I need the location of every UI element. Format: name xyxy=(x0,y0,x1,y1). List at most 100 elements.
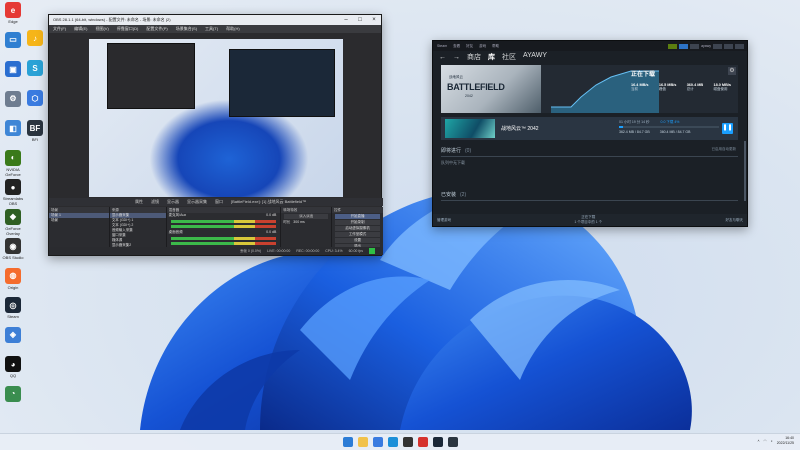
minimize-icon[interactable] xyxy=(713,43,722,49)
transition-select[interactable]: 淡入淡出 xyxy=(284,214,329,219)
download-stat-label: 当前 xyxy=(631,87,638,91)
friends-chat-button[interactable]: 好友与聊天 xyxy=(726,218,744,223)
bfi-taskbar-icon[interactable] xyxy=(447,437,458,447)
desktop-icon-label: Edge xyxy=(8,19,18,24)
desktop-icon[interactable]: BF BFI xyxy=(22,120,48,147)
current-download[interactable]: 战地风云™ 2042 01 小时 19 分 14 秒 0.0 下载 4% 362… xyxy=(441,117,738,140)
desktop-icon[interactable]: ⬡ xyxy=(22,90,48,117)
menu-item[interactable]: 文件(F) xyxy=(53,26,66,32)
explorer-icon[interactable] xyxy=(357,437,368,447)
obs-preview[interactable] xyxy=(89,39,343,197)
source-toolbar-item[interactable]: 属性 xyxy=(135,199,143,205)
maximize-icon[interactable] xyxy=(724,43,733,49)
clock[interactable]: 16:40 2022/11/25 xyxy=(777,436,794,446)
menu-item[interactable]: 编辑(E) xyxy=(74,26,87,32)
steam-nav-tab[interactable]: 商店 xyxy=(467,52,481,62)
menu-item[interactable]: 工具(T) xyxy=(205,26,218,32)
store-icon[interactable] xyxy=(372,437,383,447)
wifi-icon[interactable]: ◠ xyxy=(764,439,767,443)
menu-item[interactable]: 场景集合(S) xyxy=(176,26,197,32)
volume-icon[interactable]: ◖ xyxy=(771,439,773,443)
edge-icon[interactable] xyxy=(387,437,398,447)
desktop-icon-label: NVIDIA GeForce Experience xyxy=(5,166,21,177)
download-stat: 360.4 MB 总计 xyxy=(687,83,703,92)
live-indicator-icon xyxy=(369,248,375,254)
volume-meter xyxy=(170,220,277,223)
obs-taskbar-icon[interactable] xyxy=(402,437,413,447)
system-tray: ˄ ◠ ◖ 16:40 2022/11/25 xyxy=(758,436,795,446)
desktop-icon[interactable]: ◍ Origin xyxy=(0,267,26,295)
source-toolbar-item[interactable]: 滤镜 xyxy=(151,199,159,205)
desktop-icon[interactable]: ◔ xyxy=(0,385,26,413)
maximize-icon[interactable]: □ xyxy=(353,17,367,23)
control-button[interactable]: 设置 xyxy=(335,238,380,243)
steam-nav-tab[interactable]: AYAWY xyxy=(523,52,547,62)
menu-item[interactable]: 帮助(H) xyxy=(226,26,240,32)
status-item: 丢帧 0 (0.0%) xyxy=(239,248,262,253)
control-button[interactable]: 开始直播 xyxy=(335,214,380,219)
desktop-icon[interactable]: ● Streamlabs OBS xyxy=(0,179,26,206)
game-thumbnail xyxy=(445,119,495,138)
forward-arrow-icon[interactable]: → xyxy=(453,54,460,61)
steam-window[interactable]: Steam 查看 好友 游戏 帮助 ayawy ← → 商店库社区 AYAWY 战地风云 … xyxy=(432,40,748,227)
chevron-up-icon[interactable]: ˄ xyxy=(758,439,760,443)
steam-nav-tab[interactable]: 社区 xyxy=(502,52,516,62)
gear-icon[interactable]: ⚙ xyxy=(728,67,736,75)
duration-input[interactable]: 300 ms xyxy=(293,220,304,225)
netease-icon[interactable] xyxy=(417,437,428,447)
obs-icon: ◉ xyxy=(5,238,21,254)
steam-menu-item[interactable]: Steam xyxy=(437,44,447,49)
steam-menu-item[interactable]: 查看 xyxy=(453,44,460,49)
geforce-icon: ◆ xyxy=(5,208,21,225)
volume-slider[interactable] xyxy=(170,225,277,228)
control-button[interactable]: 开始录制 xyxy=(335,220,380,225)
close-icon[interactable]: × xyxy=(367,17,381,23)
desktop-icon[interactable]: ◆ GeForce Overlay xyxy=(0,208,26,236)
menu-item[interactable]: 停靠窗口(D) xyxy=(117,26,139,32)
desktop-icon[interactable]: S xyxy=(22,60,48,87)
obs-titlebar[interactable]: OBS 28.1.1 (64-bit, windows) - 配置文件: 未命名… xyxy=(49,15,381,25)
minimize-icon[interactable]: – xyxy=(339,17,353,23)
pause-icon[interactable]: ❚❚ xyxy=(722,123,733,134)
broadcast-button[interactable] xyxy=(668,43,678,49)
start-icon[interactable] xyxy=(342,437,353,447)
close-icon[interactable] xyxy=(735,43,744,49)
volume-slider[interactable] xyxy=(170,242,277,245)
control-button[interactable]: 启动虚拟摄像机 xyxy=(335,226,380,231)
desktop-icon[interactable]: ◉ OBS Studio xyxy=(0,238,26,265)
source-toolbar-item[interactable]: 显示器 xyxy=(167,199,179,205)
back-arrow-icon[interactable]: ← xyxy=(439,54,446,61)
steam-menu-item[interactable]: 好友 xyxy=(466,44,473,49)
desktop-icon[interactable]: e Edge xyxy=(0,2,26,29)
footer-downloads[interactable]: 正在下载 1 个项目中的 1 个 xyxy=(574,215,602,225)
desktop-icon[interactable]: ◐NVIDIA GeForce Experience xyxy=(0,149,26,177)
obs-window[interactable]: OBS 28.1.1 (64-bit, windows) - 配置文件: 未命名… xyxy=(48,14,383,256)
steam-menu-item[interactable]: 游戏 xyxy=(479,44,486,49)
source-toolbar-item[interactable]: 窗口 xyxy=(215,199,223,205)
battlefield-banner[interactable]: 战地风云 BATTLEFIELD 2042 xyxy=(441,65,541,113)
steam-taskbar-icon[interactable] xyxy=(432,437,443,447)
desktop-icon[interactable]: ♪ xyxy=(22,30,48,57)
steam-footer: 管理游戏 正在下载 1 个项目中的 1 个 好友与聊天 xyxy=(433,214,747,226)
steam-menu-item[interactable]: 帮助 xyxy=(492,44,499,49)
add-game-button[interactable]: 管理游戏 xyxy=(437,218,451,223)
download-stat-label: 磁盘使用 xyxy=(713,87,728,91)
scrollbar[interactable] xyxy=(744,141,746,201)
control-panel-icon: ◧ xyxy=(5,120,21,136)
desktop-icon[interactable]: ◎ Steam xyxy=(0,297,26,324)
steam-nav-tab[interactable]: 库 xyxy=(488,52,495,62)
installed-title: 已安装 xyxy=(441,192,457,198)
scene-item[interactable]: 场景 xyxy=(49,218,109,223)
menu-item[interactable]: 视图(V) xyxy=(95,26,108,32)
menu-item[interactable]: 配置文件(P) xyxy=(146,26,167,32)
desktop-icon[interactable]: ◈ xyxy=(0,326,26,354)
source-toolbar-item[interactable]: 显示器采集 xyxy=(187,199,207,205)
username[interactable]: ayawy xyxy=(701,44,711,48)
control-button[interactable]: 工作室模式 xyxy=(335,232,380,237)
obs-source-toolbar: 属性 滤镜 显示器 显示器采集 窗口 [BattleField.exe]: [1] 战地风… xyxy=(49,198,383,206)
notifications-button[interactable] xyxy=(679,43,689,49)
desktop-icon-label: Steam xyxy=(7,314,19,319)
source-toolbar-item[interactable]: [BattleField.exe]: [1] 战地风云 Battlefield™ xyxy=(231,199,306,205)
desktop-icon[interactable]: ◕ QQ xyxy=(0,356,26,383)
avatar[interactable] xyxy=(690,43,700,49)
